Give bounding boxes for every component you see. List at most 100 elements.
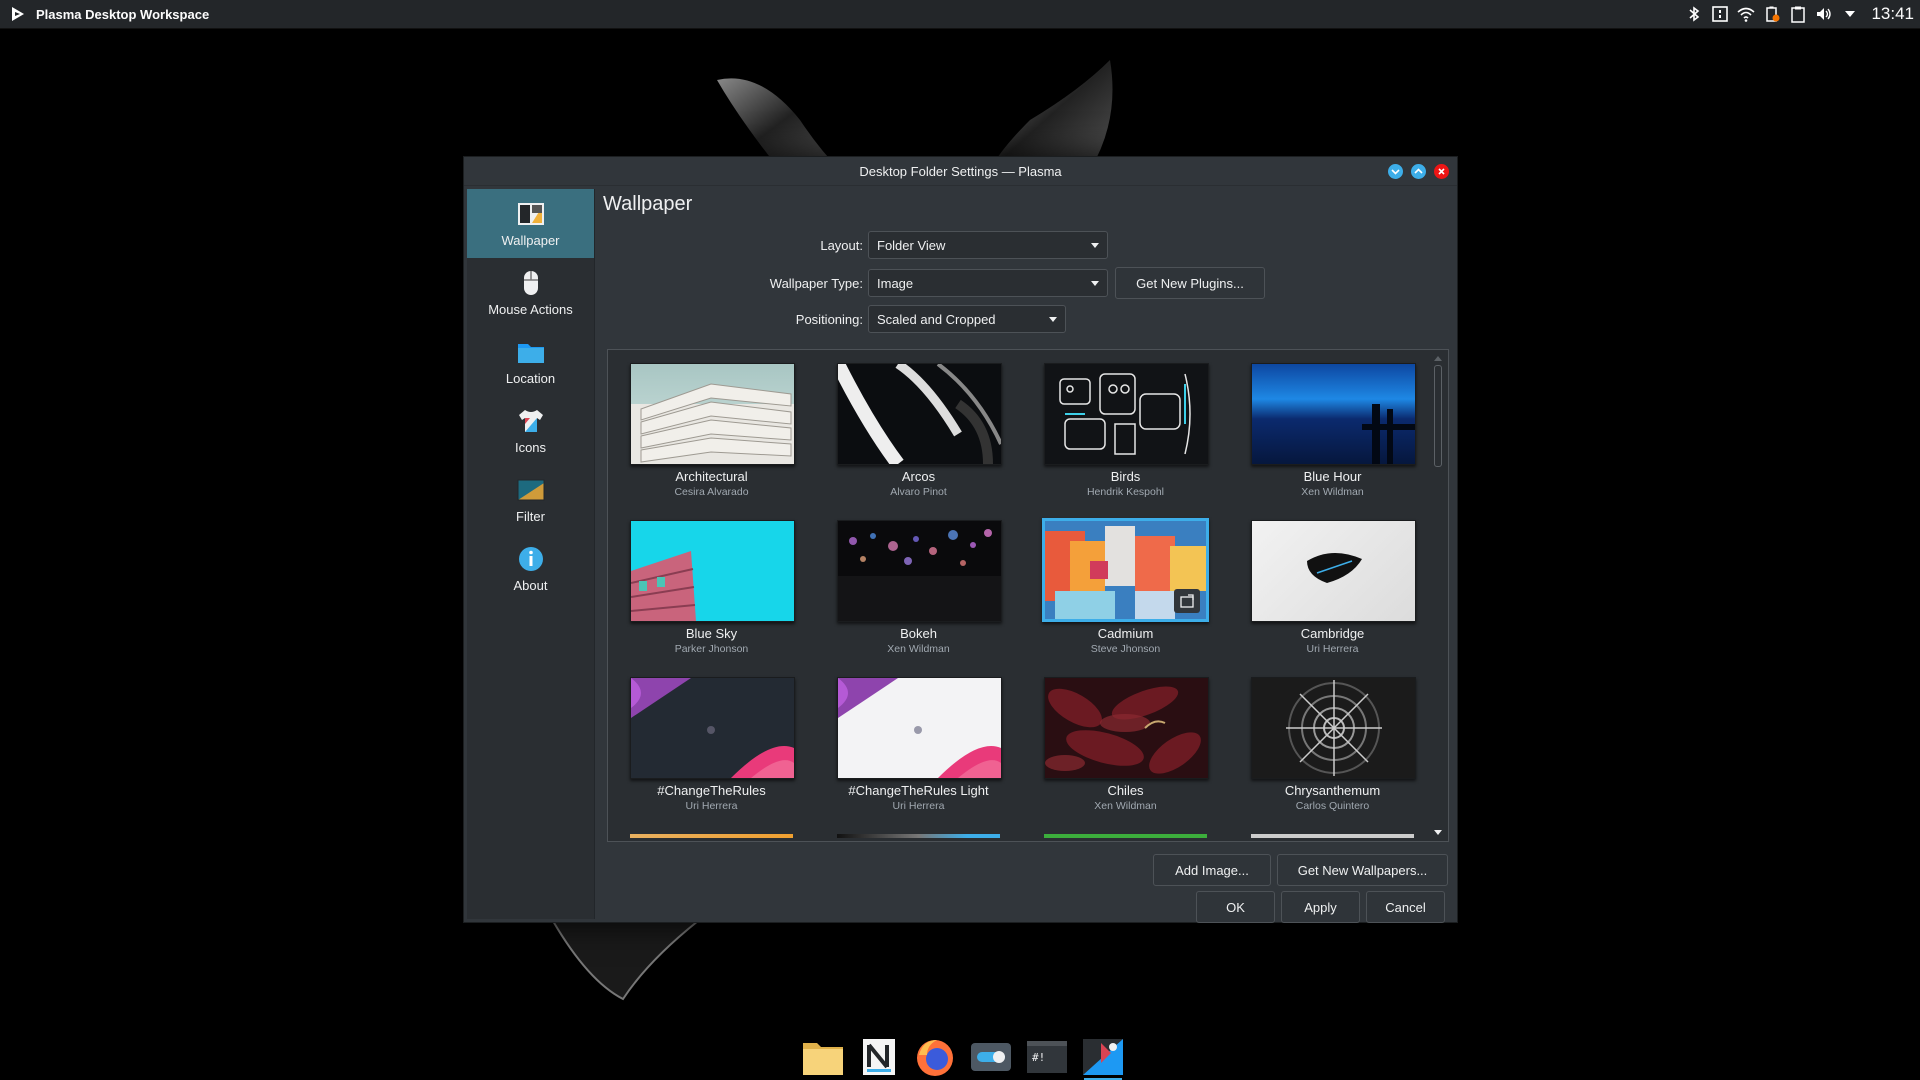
active-app-title: Plasma Desktop Workspace [36, 6, 210, 22]
wallpaper-tile[interactable]: Blue Sky Parker Jhonson [626, 516, 797, 666]
wallpaper-author: Xen Wildman [1301, 486, 1364, 498]
wallpaper-tile[interactable]: #ChangeTheRules Uri Herrera [626, 673, 797, 823]
open-folder-icon [1180, 594, 1194, 608]
chevron-down-icon [1049, 316, 1057, 322]
wallpaper-tile-partial[interactable] [1251, 834, 1414, 838]
get-new-plugins-button[interactable]: Get New Plugins... [1115, 267, 1265, 299]
dock-plasma-app[interactable] [1080, 1034, 1126, 1080]
wallpaper-author: Cesira Alvarado [674, 486, 749, 498]
dock-firefox[interactable] [912, 1034, 958, 1080]
dock-settings-toggle[interactable] [968, 1034, 1014, 1080]
scroll-down-icon[interactable] [1434, 830, 1442, 835]
wallpaper-name: #ChangeTheRules Light [848, 783, 989, 798]
wallpaper-name: Bokeh [900, 626, 937, 641]
wallpaper-author: Xen Wildman [1094, 800, 1157, 812]
layout-label: Layout: [820, 237, 863, 253]
clock[interactable]: 13:41 [1871, 4, 1914, 24]
sidebar-item-label: Mouse Actions [488, 302, 573, 317]
wallpaper-tile-partial[interactable] [837, 834, 1000, 838]
wallpaper-type-row: Wallpaper Type: Image Get New Plugins... [601, 267, 1265, 299]
wallpaper-name: #ChangeTheRules [657, 783, 766, 798]
close-button[interactable] [1434, 164, 1449, 179]
wallpaper-tile[interactable]: Architectural Cesira Alvarado [626, 359, 797, 509]
wallpaper-name: Chrysanthemum [1284, 783, 1381, 798]
sidebar-item-location[interactable]: Location [467, 327, 594, 396]
wallpaper-tile[interactable]: Cambridge Uri Herrera [1247, 516, 1418, 666]
wallpaper-grid[interactable]: Architectural Cesira Alvarado Arcos Alva… [607, 349, 1449, 842]
dock-file-manager[interactable] [800, 1034, 846, 1080]
wallpaper-author: Uri Herrera [892, 800, 945, 812]
wallpaper-author: Uri Herrera [685, 800, 738, 812]
wallpaper-name: Chiles [1107, 783, 1144, 798]
settings-dialog: Desktop Folder Settings — Plasma Wallpap… [463, 156, 1458, 923]
dialog-title: Desktop Folder Settings — Plasma [859, 163, 1062, 179]
layout-combobox[interactable]: Folder View [868, 231, 1108, 259]
wallpaper-tile[interactable]: Blue Hour Xen Wildman [1247, 359, 1418, 509]
wallpaper-thumbnail [837, 520, 1002, 622]
notes-app-icon [863, 1039, 895, 1075]
app-launcher-icon[interactable] [10, 5, 28, 23]
sidebar-item-wallpaper[interactable]: Wallpaper [467, 189, 594, 258]
wallpaper-tile-selected[interactable]: Cadmium Steve Jhonson [1040, 516, 1211, 666]
sidebar-item-about[interactable]: About [467, 534, 594, 603]
wallpaper-tile[interactable]: Birds Hendrik Kespohl [1040, 359, 1211, 509]
gallery-scrollbar[interactable] [1434, 356, 1442, 835]
positioning-value: Scaled and Cropped [877, 311, 996, 327]
sidebar-item-label: About [513, 578, 548, 593]
scroll-up-icon[interactable] [1434, 356, 1442, 361]
sidebar-item-filter[interactable]: Filter [467, 465, 594, 534]
wallpaper-tile[interactable]: #ChangeTheRules Light Uri Herrera [833, 673, 1004, 823]
chevron-down-icon [1391, 169, 1400, 175]
clipboard-icon[interactable] [1787, 3, 1809, 25]
sidebar-item-icons[interactable]: Icons [467, 396, 594, 465]
dock-notes-app[interactable] [856, 1034, 902, 1080]
dock-terminal[interactable]: #! [1024, 1034, 1070, 1080]
battery-icon[interactable] [1761, 3, 1783, 25]
wifi-icon[interactable] [1735, 3, 1757, 25]
scrollbar-thumb[interactable] [1434, 365, 1442, 467]
cancel-button[interactable]: Cancel [1366, 891, 1445, 923]
wallpaper-thumbnail [837, 677, 1002, 779]
svg-text:#!: #! [1032, 1051, 1045, 1064]
wallpaper-author: Steve Jhonson [1090, 643, 1161, 655]
wallpaper-tile-partial[interactable] [1044, 834, 1207, 838]
dialog-titlebar[interactable]: Desktop Folder Settings — Plasma [464, 157, 1457, 186]
positioning-combobox[interactable]: Scaled and Cropped [868, 305, 1066, 333]
wallpaper-name: Blue Sky [685, 626, 738, 641]
expand-tray-icon[interactable] [1839, 3, 1861, 25]
get-new-wallpapers-button[interactable]: Get New Wallpapers... [1277, 854, 1448, 886]
sidebar-item-mouse-actions[interactable]: Mouse Actions [467, 258, 594, 327]
bluetooth-icon[interactable] [1683, 3, 1705, 25]
wallpaper-tile-partial[interactable] [630, 834, 793, 838]
wallpaper-author: Xen Wildman [887, 643, 950, 655]
bottom-dock: #! [800, 1034, 1126, 1080]
wallpaper-tile[interactable]: Arcos Alvaro Pinot [833, 359, 1004, 509]
sidebar-item-label: Wallpaper [501, 233, 560, 248]
minimize-button[interactable] [1388, 164, 1403, 179]
wallpaper-name: Blue Hour [1303, 469, 1362, 484]
add-image-button[interactable]: Add Image... [1153, 854, 1271, 886]
wallpaper-thumbnail [630, 520, 795, 622]
ok-button[interactable]: OK [1196, 891, 1275, 923]
close-icon [1438, 168, 1445, 175]
layout-row: Layout: Folder View [601, 231, 1108, 259]
wallpaper-type-combobox[interactable]: Image [868, 269, 1108, 297]
top-panel: Plasma Desktop Workspace 13:41 [0, 0, 1920, 29]
terminal-icon: #! [1027, 1041, 1067, 1073]
wallpaper-tile[interactable]: Chrysanthemum Carlos Quintero [1247, 673, 1418, 823]
maximize-button[interactable] [1411, 164, 1426, 179]
wallpaper-tile[interactable]: Chiles Xen Wildman [1040, 673, 1211, 823]
wallpaper-tile[interactable]: Bokeh Xen Wildman [833, 516, 1004, 666]
chevron-down-icon [1091, 242, 1099, 248]
wallpaper-author: Parker Jhonson [674, 643, 749, 655]
wallpaper-name: Arcos [901, 469, 936, 484]
notes-icon[interactable] [1709, 3, 1731, 25]
sidebar-item-label: Location [505, 371, 556, 386]
wallpaper-icon [517, 203, 544, 225]
wallpaper-thumbnail [630, 677, 795, 779]
folder-icon [517, 344, 544, 363]
volume-icon[interactable] [1813, 3, 1835, 25]
apply-button[interactable]: Apply [1281, 891, 1360, 923]
filter-icon [517, 479, 544, 501]
open-folder-button[interactable] [1174, 589, 1200, 613]
